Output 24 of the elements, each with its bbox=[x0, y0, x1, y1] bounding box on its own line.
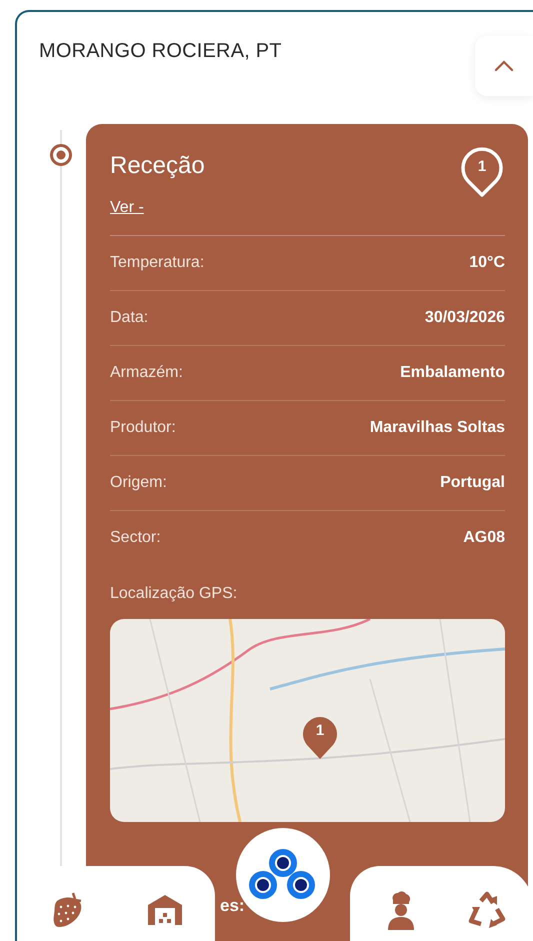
field-label: Produtor: bbox=[110, 419, 176, 437]
field-value: Portugal bbox=[440, 474, 505, 492]
gps-label: Localização GPS: bbox=[110, 585, 238, 603]
field-value: Embalamento bbox=[400, 364, 505, 382]
field-value: 10°C bbox=[469, 254, 505, 272]
field-label: Armazém: bbox=[110, 364, 183, 382]
section-label: es: bbox=[220, 896, 245, 916]
chevron-icon bbox=[494, 60, 514, 72]
pin-badge: 1 bbox=[459, 147, 505, 199]
field-label: Temperatura: bbox=[110, 254, 204, 272]
view-link[interactable]: Ver - bbox=[110, 199, 144, 217]
field-value: Maravilhas Soltas bbox=[370, 419, 505, 437]
map-pin[interactable]: 1 bbox=[300, 715, 340, 761]
section-title: MORANGO ROCIERA, PT bbox=[39, 40, 282, 63]
field-label: Data: bbox=[110, 309, 148, 327]
warehouse-icon[interactable] bbox=[146, 892, 184, 926]
timeline-marker-icon bbox=[49, 143, 73, 167]
step-title: Receção bbox=[110, 152, 205, 180]
chef-icon[interactable] bbox=[386, 890, 416, 930]
field-value: 30/03/2026 bbox=[424, 309, 505, 327]
field-label: Origem: bbox=[110, 474, 167, 492]
field-value: AG08 bbox=[463, 529, 505, 547]
recycle-icon[interactable] bbox=[467, 890, 508, 928]
field-label: Sector: bbox=[110, 529, 161, 547]
